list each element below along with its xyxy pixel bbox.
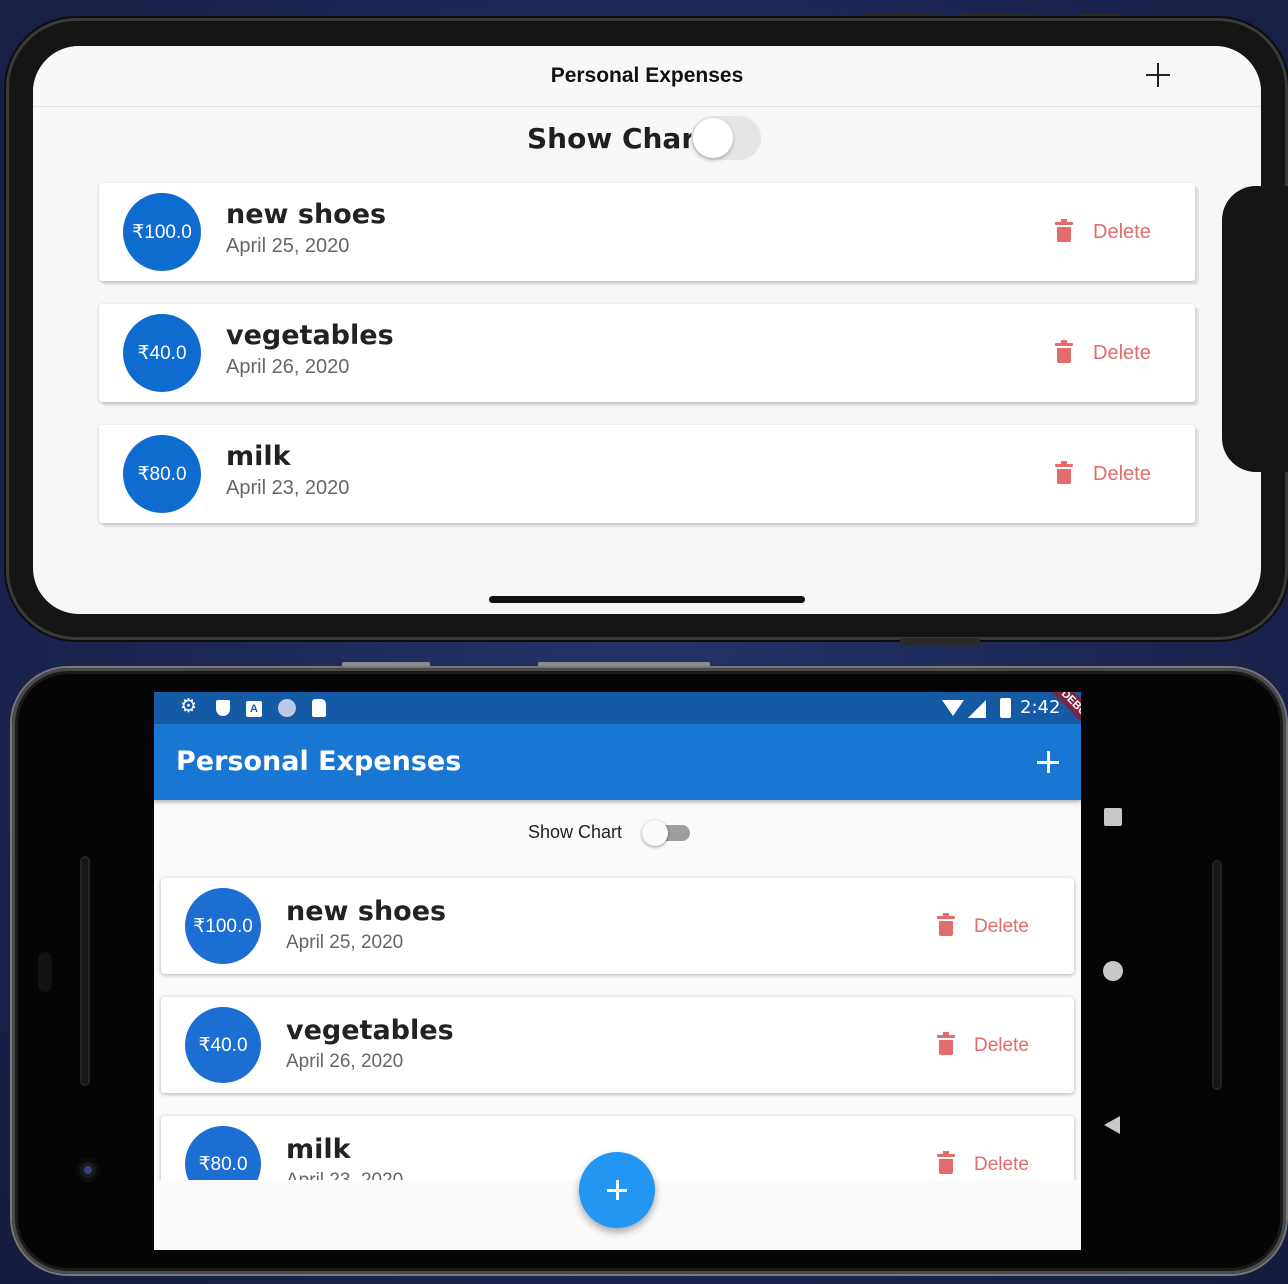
delete-button[interactable]: Delete [974, 916, 1029, 938]
transaction-title: new shoes [226, 199, 387, 230]
transaction-date: April 25, 2020 [286, 932, 404, 953]
android-screen: ⚙ A 2:42 Personal Expenses DEBUG Show Ch… [154, 692, 1081, 1250]
home-icon[interactable] [1103, 961, 1123, 981]
speaker-grille [80, 856, 90, 1086]
camera-icon [76, 1158, 100, 1182]
trash-icon[interactable] [1055, 340, 1073, 363]
amount-avatar: ₹80.0 [123, 435, 201, 513]
proximity-sensor [38, 952, 52, 992]
transaction-date: April 26, 2020 [226, 356, 350, 378]
transaction-title: vegetables [226, 320, 394, 351]
status-bar: ⚙ A 2:42 [154, 692, 1081, 724]
transaction-card: ₹40.0 vegetables April 26, 2020 Delete [99, 304, 1195, 402]
delete-button[interactable]: Delete [1093, 463, 1151, 486]
settings-icon: ⚙ [180, 696, 198, 717]
transaction-title: milk [226, 441, 291, 472]
signal-icon [968, 700, 986, 718]
show-chart-label: Show Chart [528, 822, 623, 842]
trash-icon[interactable] [1055, 461, 1073, 484]
transaction-card: ₹100.0 new shoes April 25, 2020 Delete [161, 878, 1074, 974]
trash-icon[interactable] [937, 1151, 955, 1174]
delete-button[interactable]: Delete [974, 1154, 1029, 1176]
transaction-date: April 25, 2020 [226, 235, 350, 257]
ios-home-indicator[interactable] [489, 596, 805, 603]
transaction-date: April 23, 2020 [226, 477, 350, 499]
speaker-grille [1212, 860, 1222, 1090]
trash-icon[interactable] [937, 913, 955, 936]
ios-navigation-bar: Personal Expenses [33, 46, 1261, 107]
ios-add-transaction-button[interactable] [1143, 60, 1173, 90]
ios-notch [1222, 186, 1288, 472]
delete-button[interactable]: Delete [1093, 221, 1151, 244]
transaction-card: ₹40.0 vegetables April 26, 2020 Delete [161, 997, 1074, 1093]
amount-avatar: ₹100.0 [123, 193, 201, 271]
battery-icon [1000, 698, 1011, 718]
sd-card-icon [312, 699, 326, 717]
page-title: Personal Expenses [176, 746, 462, 777]
transaction-title: milk [286, 1134, 351, 1165]
status-time: 2:42 [1020, 697, 1061, 718]
ios-hardware-button [900, 638, 980, 646]
transaction-title: vegetables [286, 1015, 454, 1046]
a-notification-icon: A [246, 701, 262, 717]
add-transaction-fab[interactable] [579, 1152, 655, 1228]
show-chart-switch[interactable] [642, 820, 690, 846]
ios-page-title: Personal Expenses [550, 64, 744, 87]
amount-avatar: ₹100.0 [185, 888, 261, 964]
add-transaction-button[interactable] [1034, 748, 1062, 776]
transaction-title: new shoes [286, 896, 447, 927]
amount-avatar: ₹40.0 [185, 1007, 261, 1083]
wifi-icon [942, 700, 964, 716]
ios-show-chart-label: Show Chart [527, 122, 709, 155]
trash-icon[interactable] [937, 1032, 955, 1055]
transaction-card: ₹100.0 new shoes April 25, 2020 Delete [99, 183, 1195, 281]
shield-icon [214, 700, 232, 718]
ios-screen: Personal Expenses Show Chart ₹100.0 new … [33, 46, 1261, 614]
transaction-card: ₹80.0 milk April 23, 2020 Delete [99, 425, 1195, 523]
delete-button[interactable]: Delete [974, 1035, 1029, 1057]
trash-icon[interactable] [1055, 219, 1073, 242]
switch-knob [642, 820, 668, 846]
delete-button[interactable]: Delete [1093, 342, 1151, 365]
transaction-date: April 26, 2020 [286, 1051, 404, 1072]
recents-icon[interactable] [1104, 808, 1122, 826]
ios-show-chart-switch[interactable] [691, 116, 761, 160]
back-icon[interactable] [1104, 1116, 1120, 1134]
circle-notification-icon [278, 699, 296, 717]
amount-avatar: ₹40.0 [123, 314, 201, 392]
switch-knob [693, 118, 733, 158]
app-bar: Personal Expenses [154, 724, 1081, 800]
